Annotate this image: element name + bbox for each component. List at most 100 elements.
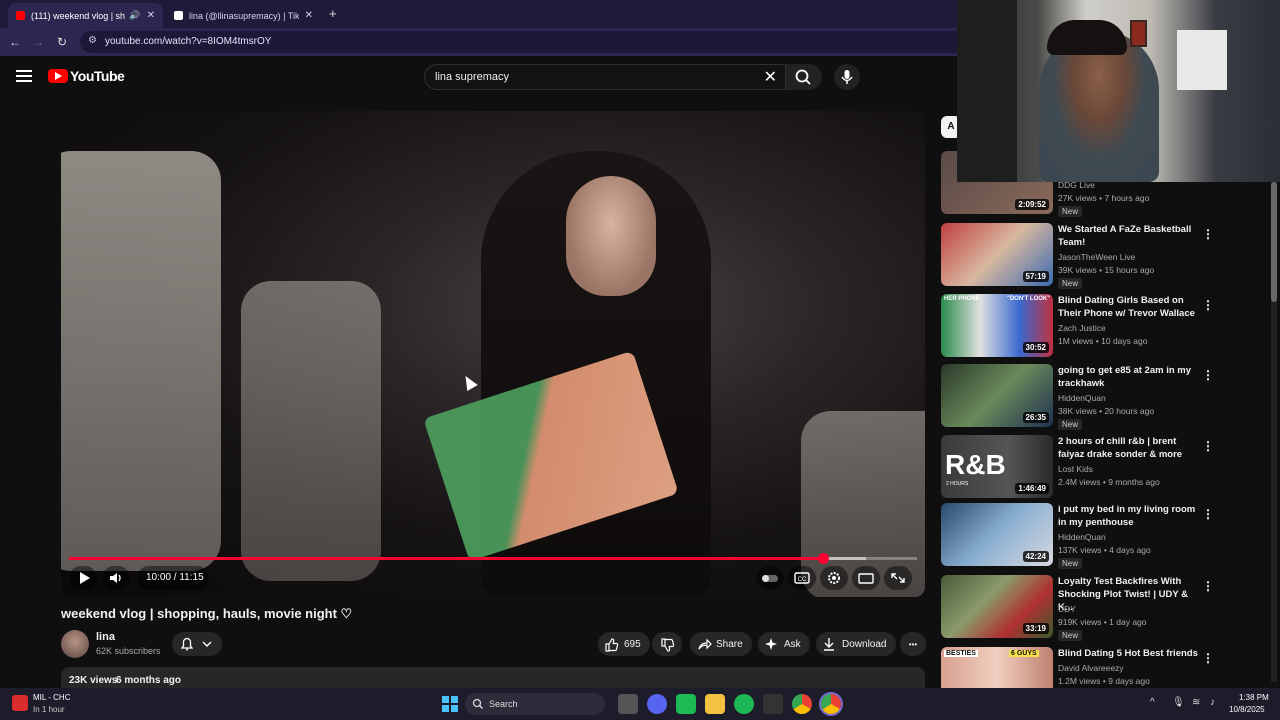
video-title[interactable]: going to get e85 at 2am in my trackhawk — [1058, 364, 1198, 390]
youtube-logo-icon[interactable] — [48, 69, 68, 83]
tab-youtube[interactable]: (111) weekend vlog | shopp 🔊 ✕ — [8, 3, 163, 28]
channel-name[interactable]: David Alvareeezy — [1058, 663, 1124, 673]
channel-name[interactable]: Zach Justice — [1058, 323, 1106, 333]
chrome-active-icon[interactable] — [821, 694, 841, 714]
channel-name[interactable]: UDY — [1058, 604, 1076, 614]
search-query[interactable]: lina supremacy — [435, 71, 509, 83]
list-item[interactable]: R&B 2 HOURS 1:46:49 2 hours of chill r&b… — [941, 435, 1270, 505]
sports-widget-icon[interactable] — [12, 695, 28, 711]
clock-date[interactable]: 10/8/2025 — [1229, 705, 1265, 714]
thumbnail-text: "DON'T LOOK" — [1007, 296, 1051, 302]
file-explorer-icon[interactable] — [705, 694, 725, 714]
back-icon[interactable]: ← — [6, 33, 24, 51]
video-thumbnail[interactable]: 33:19 — [941, 575, 1053, 638]
more-options-icon[interactable]: ⋮ — [1202, 227, 1214, 241]
tray-overflow-icon[interactable]: ^ — [1150, 697, 1155, 708]
widget-title[interactable]: MIL - CHC — [33, 693, 70, 702]
close-tab-icon[interactable]: ✕ — [305, 10, 313, 21]
video-thumbnail[interactable]: 57:19 — [941, 223, 1053, 286]
video-title[interactable]: 2 hours of chill r&b | brent faiyaz drak… — [1058, 435, 1198, 461]
scrollbar-thumb[interactable] — [1271, 182, 1277, 302]
tab-tiktok[interactable]: lina (@llinasupremacy) | TikTok ✕ — [166, 3, 321, 28]
volume-icon[interactable]: ♪ — [1210, 697, 1215, 708]
start-button[interactable] — [440, 694, 460, 714]
forward-icon[interactable]: → — [29, 33, 47, 51]
video-title[interactable]: We Started A FaZe Basketball Team! — [1058, 223, 1198, 249]
channel-name[interactable]: HiddenQuan — [1058, 532, 1106, 542]
more-options-icon[interactable]: ⋮ — [1202, 298, 1214, 312]
list-item[interactable]: 33:19 Loyalty Test Backfires With Shocki… — [941, 575, 1270, 645]
youtube-logo-text[interactable]: YouTube — [70, 68, 125, 84]
channel-name[interactable]: HiddenQuan — [1058, 393, 1106, 403]
more-options-icon[interactable]: ⋮ — [1202, 439, 1214, 453]
list-item[interactable]: BESTIES 6 GUYS Blind Dating 5 Hot Best f… — [941, 647, 1270, 688]
settings-button[interactable] — [820, 566, 848, 590]
new-badge: New — [1058, 278, 1083, 289]
progress-bar[interactable] — [69, 553, 917, 564]
channel-avatar[interactable] — [61, 630, 89, 658]
notification-bell-button[interactable] — [172, 632, 222, 656]
discord-icon[interactable] — [647, 694, 667, 714]
spotify-icon[interactable] — [734, 694, 754, 714]
list-item[interactable]: 57:19 We Started A FaZe Basketball Team!… — [941, 223, 1270, 293]
fullscreen-button[interactable] — [884, 566, 912, 590]
speaker-icon[interactable]: 🔊 — [129, 10, 140, 21]
share-button[interactable]: Share — [690, 632, 752, 656]
task-view-icon[interactable] — [618, 694, 638, 714]
channel-name[interactable]: lina — [96, 631, 115, 643]
url-text[interactable]: youtube.com/watch?v=8IOM4tmsrOY — [105, 36, 271, 47]
thumbs-up-icon — [605, 638, 619, 652]
voice-search-button[interactable] — [834, 64, 860, 90]
channel-name[interactable]: Lost Kids — [1058, 464, 1093, 474]
more-actions-button[interactable]: ••• — [900, 632, 926, 656]
video-thumbnail[interactable]: BESTIES 6 GUYS — [941, 647, 1053, 688]
more-options-icon[interactable]: ⋮ — [1202, 579, 1214, 593]
menu-icon[interactable] — [16, 70, 32, 82]
list-item[interactable]: HER PHONE "DON'T LOOK" 30:52 Blind Datin… — [941, 294, 1270, 364]
theater-icon — [858, 573, 874, 584]
search-button[interactable] — [786, 64, 822, 90]
video-title[interactable]: Blind Dating Girls Based on Their Phone … — [1058, 294, 1198, 320]
chrome-icon[interactable] — [792, 694, 812, 714]
youtube-favicon-icon — [16, 11, 25, 20]
list-item[interactable]: 42:24 i put my bed in my living room in … — [941, 503, 1270, 573]
more-options-icon[interactable]: ⋮ — [1202, 507, 1214, 521]
clock-time[interactable]: 1:38 PM — [1239, 693, 1269, 702]
like-button[interactable]: 695 — [598, 632, 650, 656]
video-title[interactable]: Blind Dating 5 Hot Best friends — [1058, 647, 1198, 660]
captions-button[interactable]: CC — [788, 566, 816, 590]
taskbar-search[interactable]: Search — [465, 693, 605, 715]
dislike-button[interactable] — [652, 632, 682, 656]
download-button[interactable]: Download — [816, 632, 896, 656]
video-title[interactable]: Loyalty Test Backfires With Shocking Plo… — [1058, 575, 1198, 614]
video-thumbnail[interactable]: HER PHONE "DON'T LOOK" 30:52 — [941, 294, 1053, 357]
video-thumbnail[interactable]: 26:35 — [941, 364, 1053, 427]
play-button[interactable] — [69, 566, 97, 590]
app-icon[interactable] — [763, 694, 783, 714]
site-info-icon[interactable]: ⚙ — [88, 35, 97, 46]
app-icon[interactable] — [676, 694, 696, 714]
volume-button[interactable] — [102, 566, 130, 590]
video-player[interactable]: 10:00 / 11:15 CC — [61, 111, 925, 597]
autoplay-toggle[interactable] — [756, 566, 784, 590]
new-badge: New — [1058, 419, 1083, 430]
ask-button[interactable]: Ask — [758, 632, 810, 656]
sidebar-scrollbar[interactable] — [1271, 182, 1277, 682]
mic-icon[interactable]: 🎙 — [1172, 697, 1185, 708]
video-title[interactable]: i put my bed in my living room in my pen… — [1058, 503, 1198, 529]
clear-search-icon[interactable]: ✕ — [764, 67, 777, 87]
wifi-icon[interactable]: ≋ — [1192, 697, 1200, 708]
channel-name[interactable]: JasonTheWeen Live — [1058, 252, 1135, 262]
duration-badge: 2:09:52 — [1015, 199, 1049, 210]
reload-icon[interactable]: ↻ — [53, 33, 71, 51]
close-tab-icon[interactable]: ✕ — [147, 10, 155, 21]
video-thumbnail[interactable]: R&B 2 HOURS 1:46:49 — [941, 435, 1053, 498]
more-options-icon[interactable]: ⋮ — [1202, 651, 1214, 665]
list-item[interactable]: 26:35 going to get e85 at 2am in my trac… — [941, 364, 1270, 434]
search-input[interactable]: lina supremacy ✕ — [424, 64, 786, 90]
theater-mode-button[interactable] — [852, 566, 880, 590]
video-thumbnail[interactable]: 42:24 — [941, 503, 1053, 566]
more-options-icon[interactable]: ⋮ — [1202, 368, 1214, 382]
player-controls: 10:00 / 11:15 CC — [61, 563, 925, 597]
new-tab-button[interactable]: + — [329, 6, 337, 21]
